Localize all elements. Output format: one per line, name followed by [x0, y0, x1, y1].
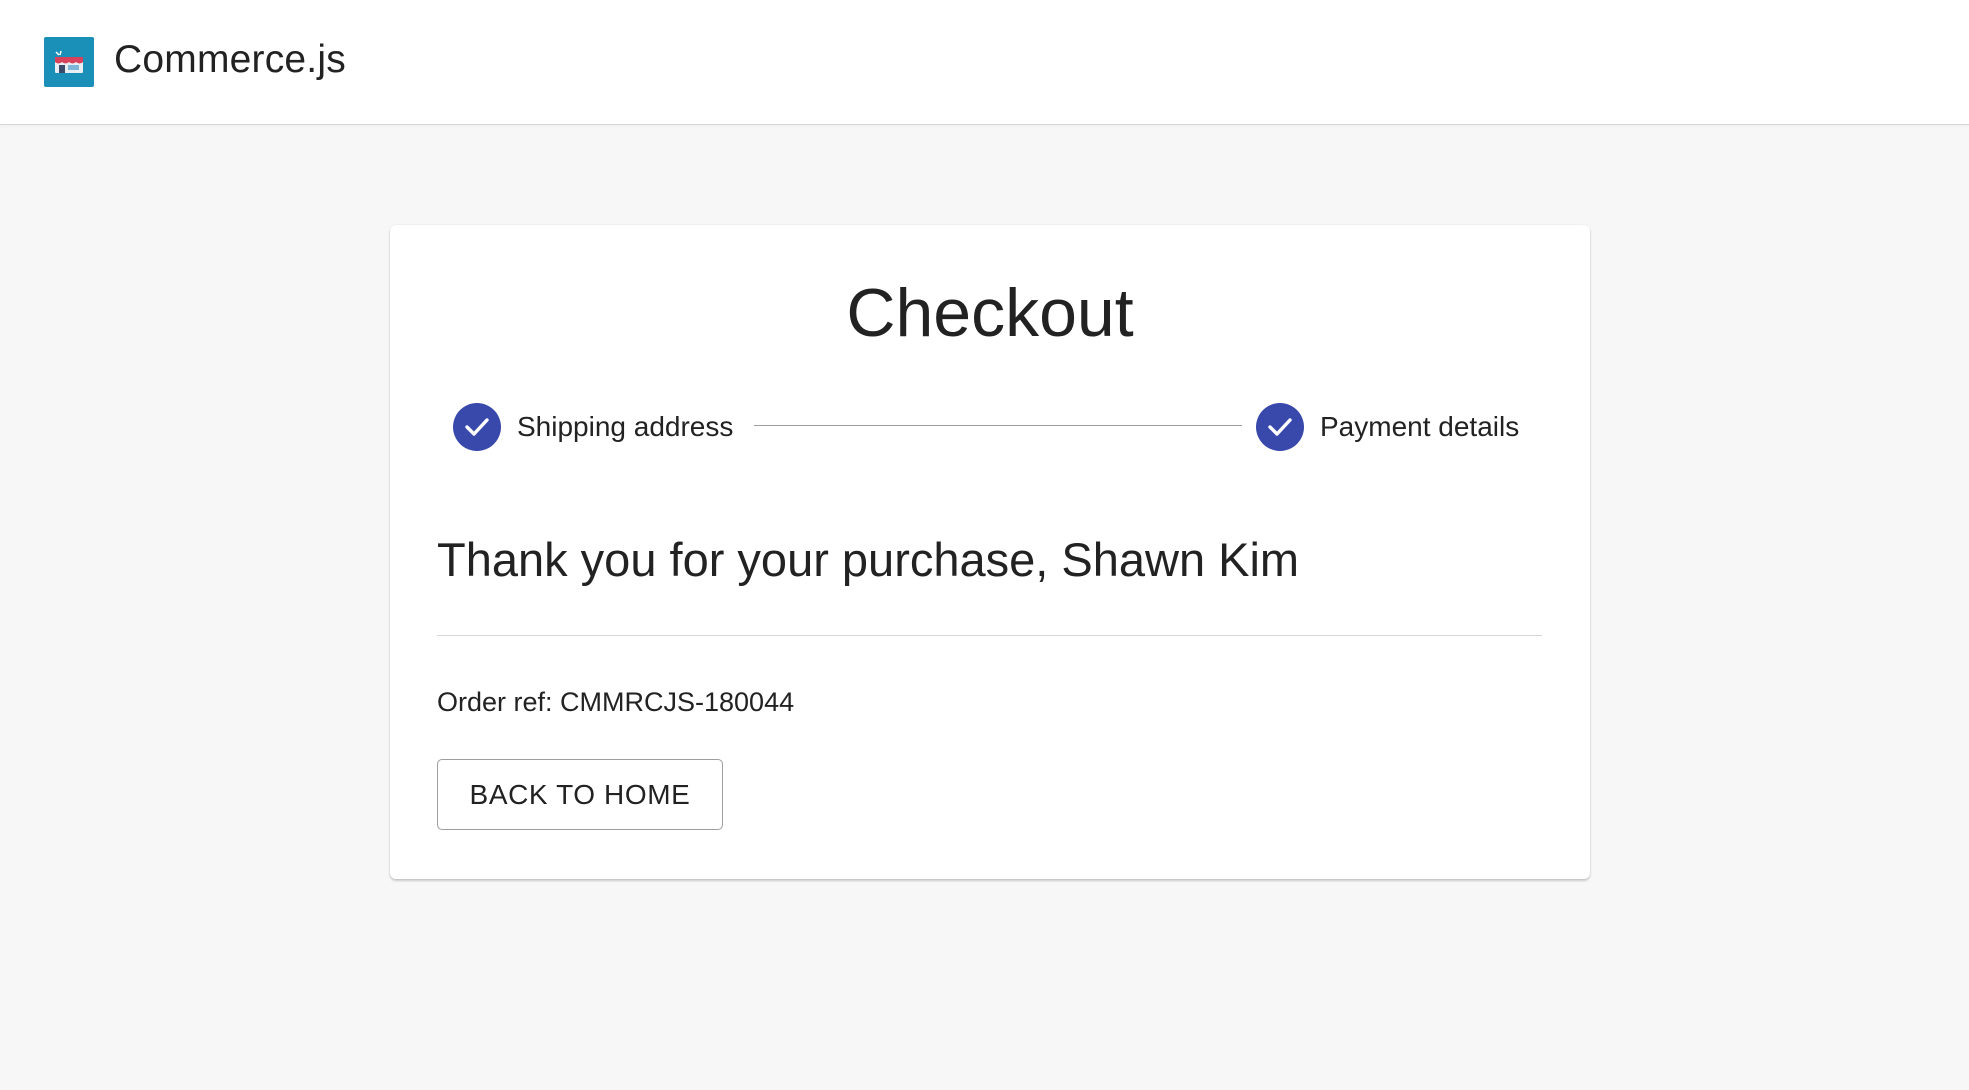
checkout-card: Checkout Shipping address Payment detail… [390, 225, 1590, 879]
order-reference: Order ref: CMMRCJS-180044 [437, 687, 795, 717]
step-payment-details: Payment details [1256, 402, 1519, 452]
brand-name[interactable]: Commerce.js [114, 34, 346, 86]
step-label: Shipping address [517, 411, 734, 442]
check-icon [1256, 403, 1304, 451]
step-connector [754, 425, 1242, 426]
back-to-home-button[interactable]: BACK TO HOME [437, 759, 723, 830]
check-icon [453, 403, 501, 451]
step-label: Payment details [1320, 411, 1520, 442]
step-shipping-address: Shipping address [453, 402, 733, 452]
thank-you-message: Thank you for your purchase, Shawn Kim [437, 533, 1300, 586]
app-bar: Commerce.js [0, 0, 1969, 125]
store-logo-icon[interactable] [44, 37, 94, 87]
divider [437, 635, 1542, 636]
page-title: Checkout [846, 275, 1134, 351]
